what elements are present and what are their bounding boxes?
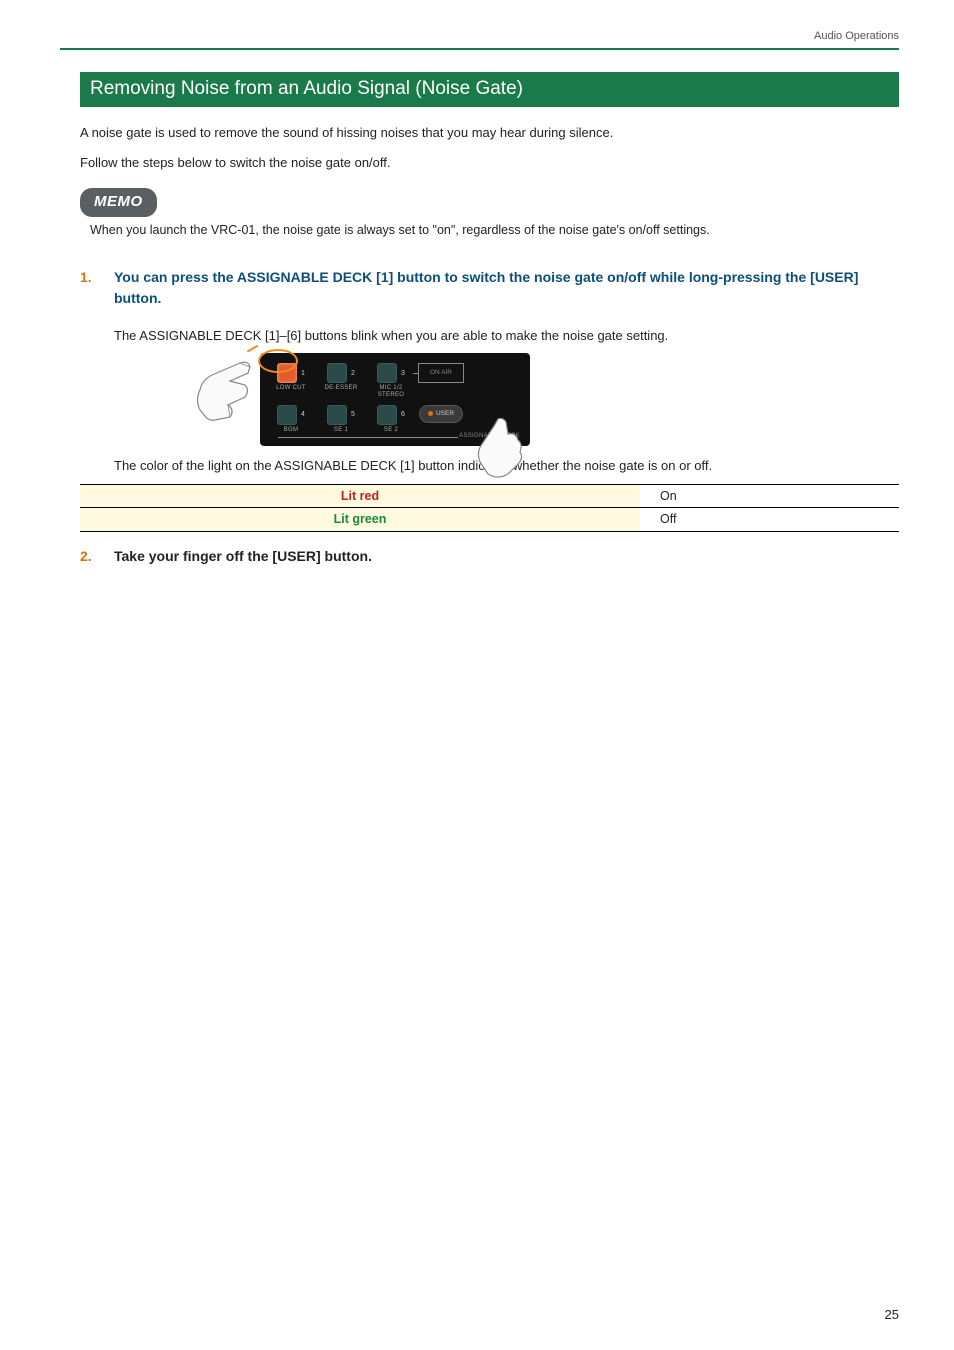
deck-button-6: 6 SE 2 [368, 405, 414, 434]
header-divider [60, 48, 899, 50]
user-button: USER [419, 405, 463, 423]
device-illustration: 1 LOW CUT 2 DE-ESSER 3 MIC 1/2 STEREO ON… [200, 353, 540, 446]
on-air-indicator: ON AIR [418, 363, 464, 383]
step-2-text: Take your finger off the [USER] button. [114, 546, 372, 567]
deck-button-3: 3 MIC 1/2 STEREO [368, 363, 414, 398]
deck-button-5: 5 SE 1 [318, 405, 364, 434]
memo-badge: MEMO [80, 188, 157, 217]
hand-icon-press-user [468, 414, 528, 484]
step-1-sub-1: The ASSIGNABLE DECK [1]–[6] buttons blin… [114, 326, 899, 346]
section-title: Removing Noise from an Audio Signal (Noi… [80, 72, 899, 107]
step-1-number: 1. [80, 267, 114, 308]
intro-paragraph-2: Follow the steps below to switch the noi… [80, 153, 899, 173]
hand-icon-press-deck1 [190, 355, 260, 435]
page-number: 25 [885, 1307, 899, 1322]
step-2-number: 2. [80, 546, 114, 567]
table-label-lit-green: Lit green [80, 508, 640, 532]
deck-button-2: 2 DE-ESSER [318, 363, 364, 392]
table-label-lit-red: Lit red [80, 484, 640, 508]
table-value-on: On [640, 484, 899, 508]
intro-paragraph-1: A noise gate is used to remove the sound… [80, 123, 899, 143]
step-1: 1. You can press the ASSIGNABLE DECK [1]… [80, 267, 899, 308]
indicator-table: Lit red On Lit green Off [80, 484, 899, 533]
breadcrumb: Audio Operations [60, 30, 899, 48]
deck-button-4: 4 BGM [268, 405, 314, 434]
table-row: Lit green Off [80, 508, 899, 532]
table-row: Lit red On [80, 484, 899, 508]
memo-text: When you launch the VRC-01, the noise ga… [90, 221, 899, 240]
table-value-off: Off [640, 508, 899, 532]
step-2: 2. Take your finger off the [USER] butto… [80, 546, 899, 567]
step-1-text: You can press the ASSIGNABLE DECK [1] bu… [114, 267, 899, 308]
